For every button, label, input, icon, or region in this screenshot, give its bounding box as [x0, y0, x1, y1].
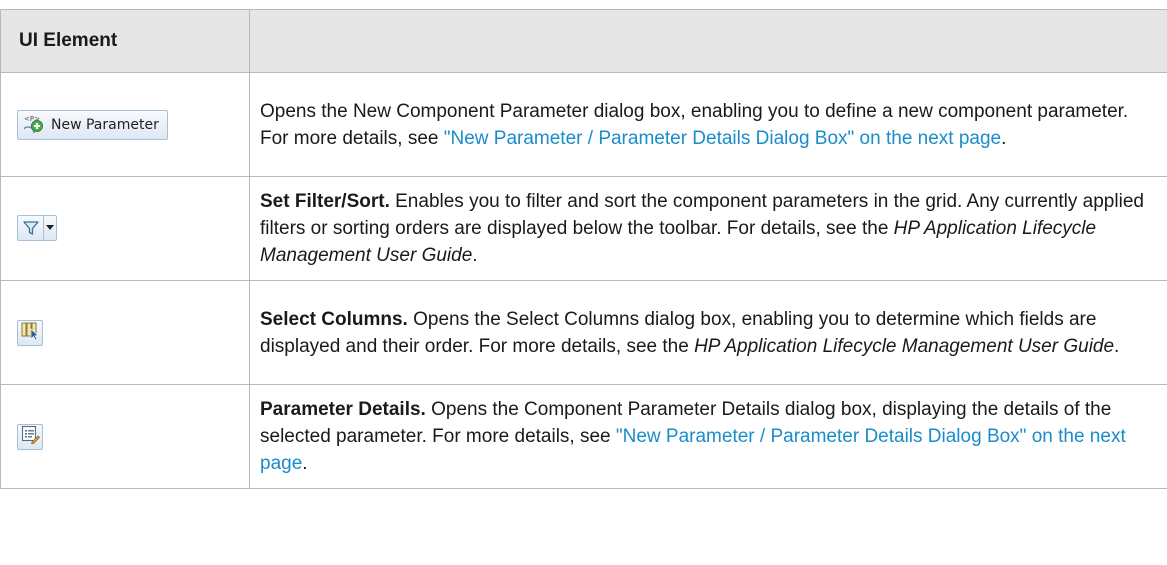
new-parameter-icon: <P>	[21, 113, 44, 140]
parameter-details-button[interactable]	[17, 423, 43, 450]
ui-element-cell	[0, 176, 250, 281]
description-cell: Select Columns. Opens the Select Columns…	[249, 280, 1167, 385]
parameter-details-icon	[20, 424, 40, 449]
user-guide-reference: HP Application Lifecycle Management User…	[694, 335, 1115, 357]
description-cell: Opens the New Component Parameter dialog…	[249, 72, 1167, 177]
filter-icon[interactable]	[17, 215, 43, 241]
select-columns-button[interactable]	[17, 319, 43, 346]
description-end: .	[1114, 335, 1120, 357]
ui-element-cell: <P> New Parameter	[0, 72, 250, 177]
description-cell: Parameter Details. Opens the Component P…	[249, 384, 1167, 489]
table-row: Set Filter/Sort. Enables you to filter a…	[0, 176, 1167, 281]
ui-elements-table: UI Element <P> New Parameter Opens the N…	[0, 9, 1167, 489]
table-header-row: UI Element	[0, 9, 1167, 73]
header-description	[249, 9, 1167, 73]
table-row: Select Columns. Opens the Select Columns…	[0, 280, 1167, 385]
new-parameter-label: New Parameter	[51, 116, 159, 133]
description-title: Parameter Details.	[260, 399, 426, 420]
chevron-down-icon[interactable]	[43, 215, 57, 241]
description-end: .	[302, 453, 308, 474]
description-title: Set Filter/Sort.	[260, 191, 390, 212]
new-parameter-button[interactable]: <P> New Parameter	[17, 109, 168, 140]
description-title: Select Columns.	[260, 308, 408, 330]
description-end: .	[1001, 127, 1007, 149]
select-columns-icon	[20, 320, 40, 345]
table-row: Parameter Details. Opens the Component P…	[0, 384, 1167, 489]
filter-sort-button[interactable]	[17, 215, 57, 241]
description-cell: Set Filter/Sort. Enables you to filter a…	[249, 176, 1167, 281]
ui-element-cell	[0, 384, 250, 489]
ui-element-cell	[0, 280, 250, 385]
header-ui-element: UI Element	[0, 9, 250, 73]
new-parameter-dialog-link[interactable]: "New Parameter / Parameter Details Dialo…	[444, 128, 1001, 149]
description-end: .	[472, 245, 478, 266]
table-row: <P> New Parameter Opens the New Componen…	[0, 72, 1167, 177]
